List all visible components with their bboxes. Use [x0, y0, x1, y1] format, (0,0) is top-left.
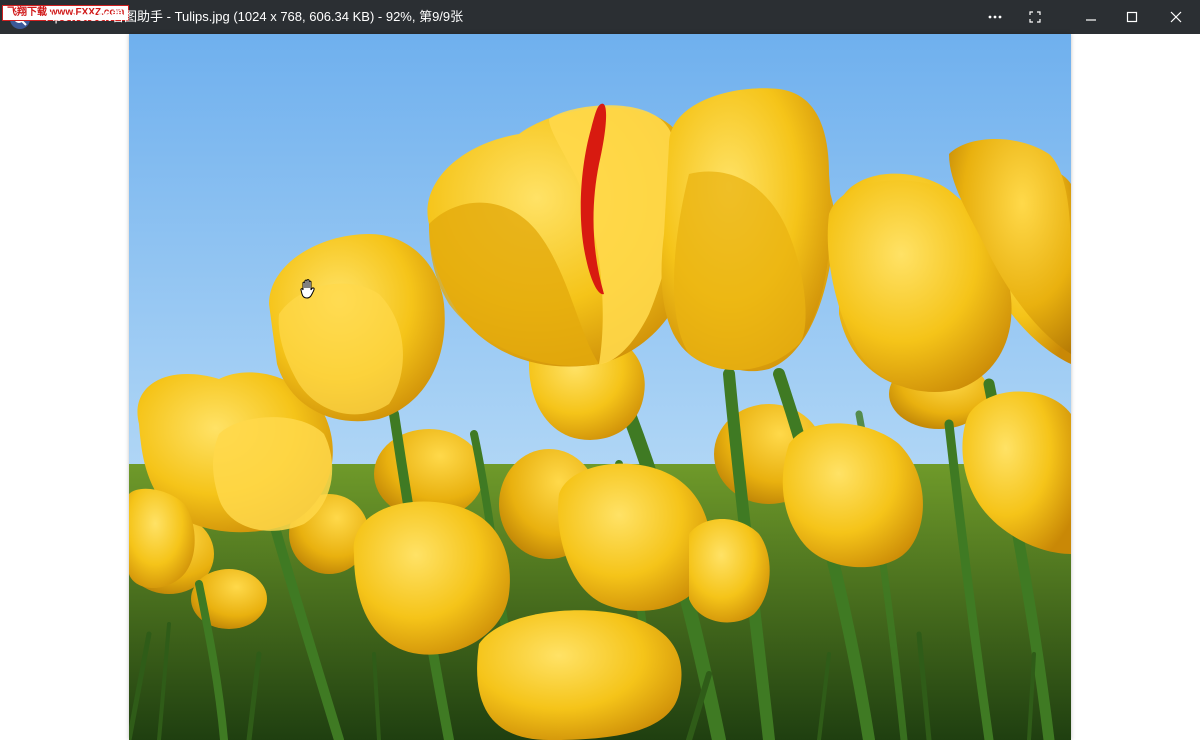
- fullscreen-button[interactable]: [1014, 0, 1056, 34]
- minimize-button[interactable]: [1070, 0, 1112, 34]
- maximize-button[interactable]: [1111, 0, 1153, 34]
- image-canvas[interactable]: [0, 34, 1200, 740]
- app-window: 飞翔下载 www.FXXZ.com Apowersoft看图助手 - Tulip…: [0, 0, 1200, 740]
- title-bar[interactable]: 飞翔下载 www.FXXZ.com Apowersoft看图助手 - Tulip…: [0, 0, 1200, 34]
- minimize-icon: [1086, 19, 1096, 21]
- window-title: Apowersoft看图助手 - Tulips.jpg (1024 x 768,…: [46, 9, 464, 24]
- close-icon: [1170, 11, 1182, 23]
- more-options-button[interactable]: [974, 0, 1016, 34]
- maximize-icon: [1126, 11, 1138, 23]
- hand-grab-icon: [298, 278, 318, 300]
- close-button[interactable]: [1155, 0, 1197, 34]
- fullscreen-icon: [1029, 11, 1041, 23]
- tulips-photo[interactable]: [129, 34, 1071, 740]
- more-horizontal-icon: [988, 15, 1002, 19]
- tulips-image: [129, 34, 1071, 740]
